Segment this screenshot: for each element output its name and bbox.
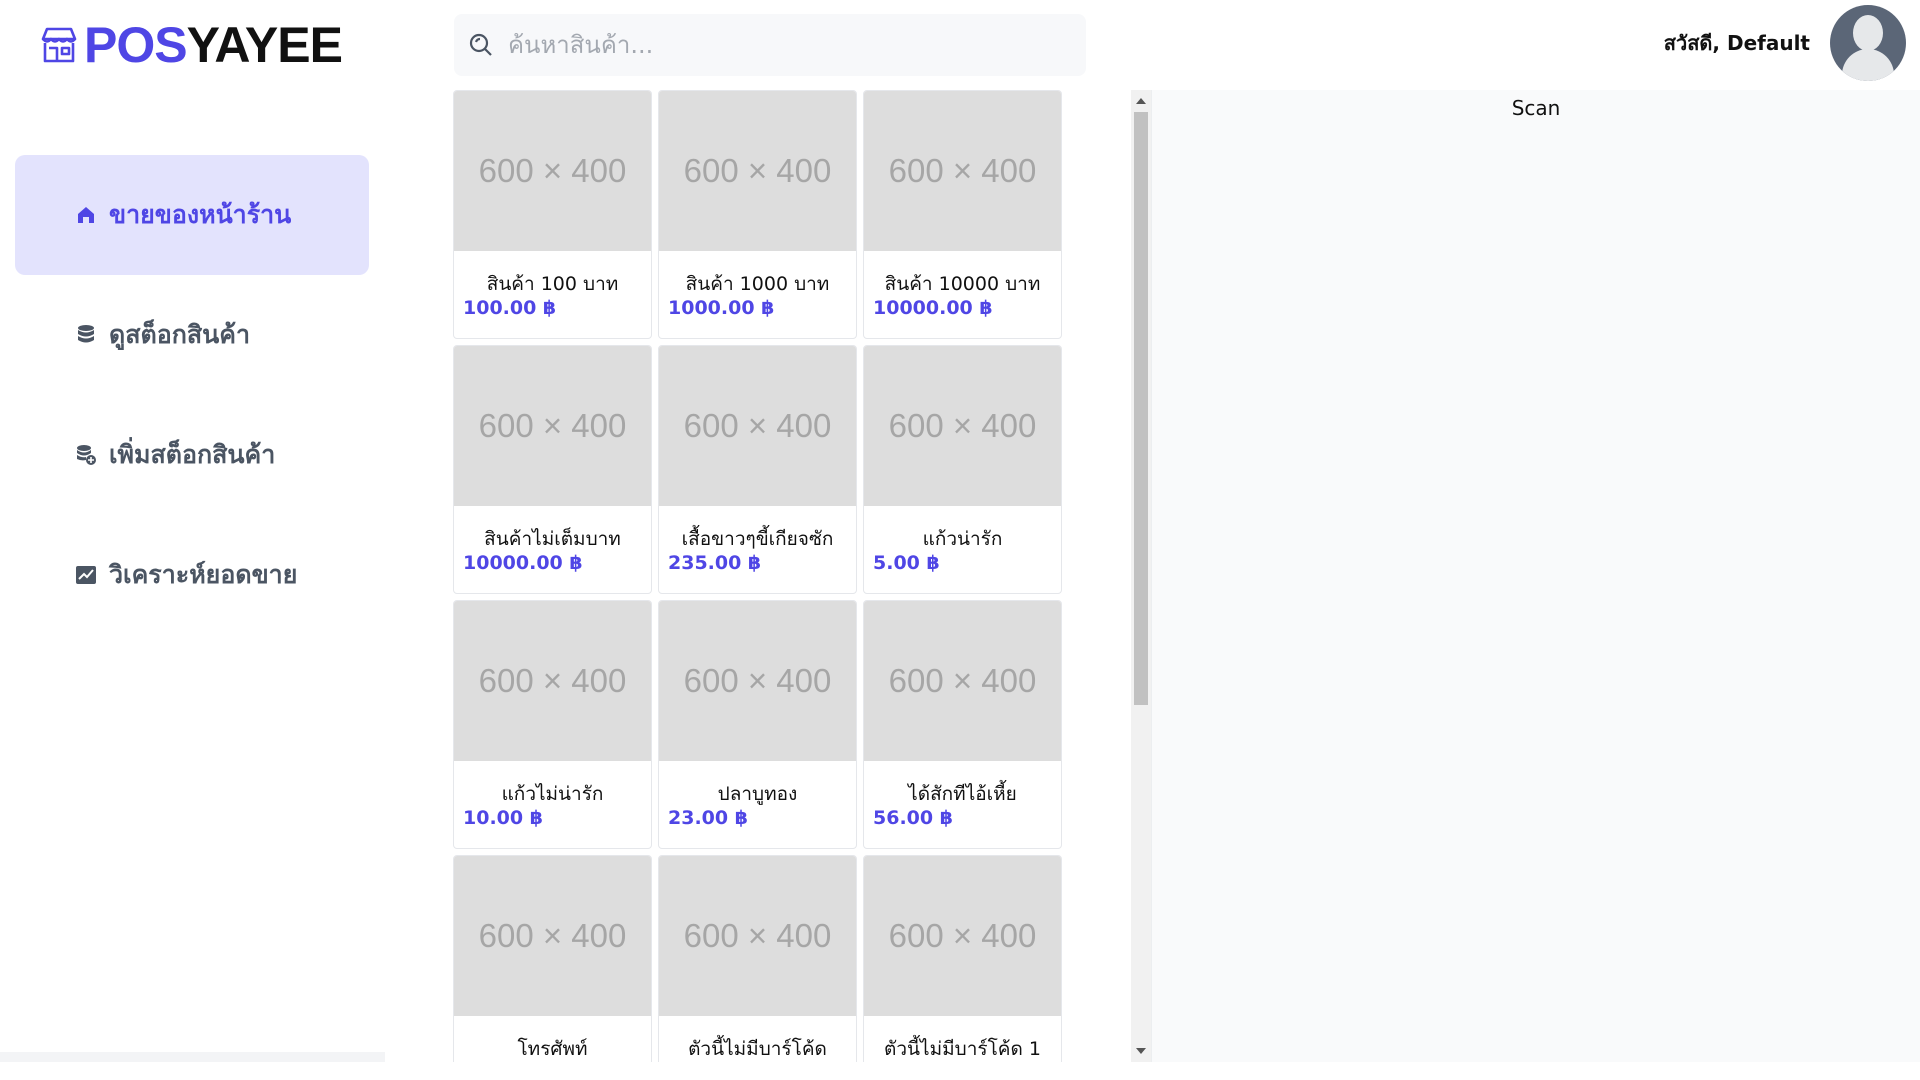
product-card[interactable]: 600 × 400 โทรศัพท์	[453, 855, 652, 1062]
app-logo[interactable]: POSYAYEE	[38, 17, 343, 73]
product-card[interactable]: 600 × 400 สินค้าไม่เต็มบาท 10000.00 ฿	[453, 345, 652, 594]
product-name: โทรศัพท์	[517, 1038, 588, 1060]
product-price: 100.00 ฿	[463, 297, 557, 319]
scan-title: Scan	[1511, 96, 1561, 120]
sidebar: ขายของหน้าร้าน ดูสต็อกสินค้า เพิ่มสต็อกส…	[15, 155, 369, 635]
product-price: 10000.00 ฿	[873, 297, 993, 319]
product-image-placeholder: 600 × 400	[454, 856, 651, 1016]
product-image-placeholder: 600 × 400	[659, 346, 856, 506]
product-name: สินค้า 100 บาท	[486, 273, 619, 295]
store-icon	[41, 27, 77, 63]
product-name: แก้วน่ารัก	[922, 528, 1003, 550]
product-image-placeholder: 600 × 400	[864, 601, 1061, 761]
product-card[interactable]: 600 × 400 ตัวนี้ไม่มีบาร์โค้ด	[658, 855, 857, 1062]
sidebar-item-label: ขายของหน้าร้าน	[109, 200, 292, 229]
product-image-placeholder: 600 × 400	[659, 856, 856, 1016]
product-card[interactable]: 600 × 400 แก้วน่ารัก 5.00 ฿	[863, 345, 1062, 594]
avatar[interactable]	[1830, 5, 1906, 81]
scroll-up-arrow-icon[interactable]	[1136, 98, 1146, 104]
logo-text-pos: POS	[84, 17, 188, 73]
sidebar-item-label: ดูสต็อกสินค้า	[109, 320, 250, 349]
product-card[interactable]: 600 × 400 แก้วไม่น่ารัก 10.00 ฿	[453, 600, 652, 849]
product-price: 1000.00 ฿	[668, 297, 775, 319]
database-icon	[75, 324, 97, 346]
product-card[interactable]: 600 × 400 ตัวนี้ไม่มีบาร์โค้ด 1	[863, 855, 1062, 1062]
product-card[interactable]: 600 × 400 สินค้า 1000 บาท 1000.00 ฿	[658, 90, 857, 339]
product-name: สินค้าไม่เต็มบาท	[484, 528, 621, 550]
product-image-placeholder: 600 × 400	[864, 91, 1061, 251]
product-price: 10000.00 ฿	[463, 552, 583, 574]
product-image-placeholder: 600 × 400	[659, 601, 856, 761]
product-image-placeholder: 600 × 400	[454, 601, 651, 761]
chart-icon	[75, 564, 97, 586]
scrollbar[interactable]	[1131, 90, 1151, 1062]
product-price: 23.00 ฿	[668, 807, 748, 829]
product-price: 5.00 ฿	[873, 552, 940, 574]
sidebar-item-view-stock[interactable]: ดูสต็อกสินค้า	[15, 275, 369, 395]
product-name: แก้วไม่น่ารัก	[501, 783, 604, 805]
scan-panel[interactable]: Scan	[1151, 90, 1920, 1062]
product-name: ตัวนี้ไม่มีบาร์โค้ด	[688, 1038, 827, 1060]
product-grid: 600 × 400 สินค้า 100 บาท 100.00 ฿ 600 × 400…	[453, 90, 1064, 1062]
sidebar-item-label: วิเคราะห์ยอดขาย	[109, 560, 298, 589]
product-price: 235.00 ฿	[668, 552, 762, 574]
product-card[interactable]: 600 × 400 เสื้อขาวๆขี้เกียจซัก 235.00 ฿	[658, 345, 857, 594]
product-image-placeholder: 600 × 400	[454, 91, 651, 251]
product-card[interactable]: 600 × 400 สินค้า 10000 บาท 10000.00 ฿	[863, 90, 1062, 339]
product-image-placeholder: 600 × 400	[454, 346, 651, 506]
product-name: เสื้อขาวๆขี้เกียจซัก	[681, 528, 834, 550]
product-card[interactable]: 600 × 400 สินค้า 100 บาท 100.00 ฿	[453, 90, 652, 339]
database-add-icon	[75, 444, 97, 466]
sidebar-item-label: เพิ่มสต็อกสินค้า	[109, 440, 276, 469]
product-price: 56.00 ฿	[873, 807, 953, 829]
scrollbar-thumb[interactable]	[1134, 112, 1148, 705]
product-name: สินค้า 1000 บาท	[685, 273, 830, 295]
user-greeting: สวัสดี, Default	[1663, 31, 1810, 55]
home-icon	[75, 204, 97, 226]
product-name: ได้สักทีไอ้เหี้ย	[908, 783, 1017, 805]
sidebar-item-storefront-sales[interactable]: ขายของหน้าร้าน	[15, 155, 369, 275]
product-name: ปลาบูทอง	[717, 783, 798, 805]
sidebar-footer	[0, 1052, 385, 1062]
logo-text-rest: YAYEE	[186, 17, 343, 73]
search-bar[interactable]	[454, 14, 1086, 76]
product-price: 10.00 ฿	[463, 807, 543, 829]
sidebar-item-add-stock[interactable]: เพิ่มสต็อกสินค้า	[15, 395, 369, 515]
product-image-placeholder: 600 × 400	[864, 856, 1061, 1016]
user-menu[interactable]: สวัสดี, Default	[1664, 5, 1906, 81]
product-image-placeholder: 600 × 400	[659, 91, 856, 251]
search-icon	[469, 33, 492, 56]
sidebar-item-sales-analytics[interactable]: วิเคราะห์ยอดขาย	[15, 515, 369, 635]
product-name: สินค้า 10000 บาท	[884, 273, 1041, 295]
search-input[interactable]	[508, 31, 1068, 59]
product-image-placeholder: 600 × 400	[864, 346, 1061, 506]
scroll-down-arrow-icon[interactable]	[1136, 1048, 1146, 1054]
product-name: ตัวนี้ไม่มีบาร์โค้ด 1	[884, 1038, 1041, 1060]
product-card[interactable]: 600 × 400 ปลาบูทอง 23.00 ฿	[658, 600, 857, 849]
product-card[interactable]: 600 × 400 ได้สักทีไอ้เหี้ย 56.00 ฿	[863, 600, 1062, 849]
